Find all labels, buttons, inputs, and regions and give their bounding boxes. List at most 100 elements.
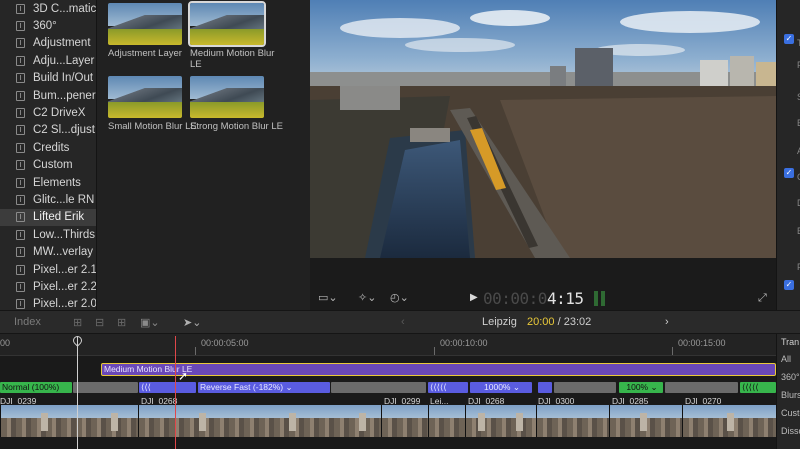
- effect-category-icon: I: [16, 264, 25, 275]
- sidebar-item[interactable]: I Adjustment: [0, 35, 96, 52]
- sidebar-item[interactable]: I Glitc...le RN: [0, 191, 96, 208]
- inspector-checkbox[interactable]: ✓: [784, 34, 794, 44]
- effect-category-icon: I: [16, 212, 25, 223]
- inspector-checkbox[interactable]: ✓: [784, 280, 794, 290]
- sidebar-item[interactable]: I Pixel...er 2.0: [0, 296, 96, 310]
- transition-category[interactable]: Blurs: [781, 390, 800, 400]
- overwrite-clip-icon[interactable]: ▣⌄: [140, 316, 160, 329]
- retime-bar-segment[interactable]: ⟨⟨⟨⟨⟨: [428, 382, 468, 393]
- retime-bar-segment[interactable]: [73, 382, 138, 393]
- retime-bar[interactable]: 100% ⌄: [619, 382, 663, 393]
- effect-thumb-adjustment-layer[interactable]: [108, 3, 182, 45]
- sidebar-item-label: Adju...Layer: [33, 54, 95, 67]
- sidebar-item[interactable]: I 360°: [0, 17, 96, 34]
- sidebar-item[interactable]: I Low...Thirds: [0, 226, 96, 243]
- timeline-ruler[interactable]: 00 00:00:05:00 00:00:10:00 00:00:15:00: [0, 334, 776, 356]
- retime-bar-segment[interactable]: [665, 382, 738, 393]
- transform-tools-icon[interactable]: ✧⌄: [358, 291, 376, 304]
- video-clip[interactable]: [0, 405, 138, 437]
- ruler-label: 00: [0, 338, 11, 348]
- retime-bar-segment[interactable]: [538, 382, 552, 393]
- effect-category-icon: I: [16, 73, 25, 84]
- video-clip[interactable]: [682, 405, 776, 437]
- history-back-icon[interactable]: ‹: [401, 316, 405, 328]
- retime-bar[interactable]: Reverse Fast (-182%) ⌄: [198, 382, 330, 393]
- video-clip[interactable]: [609, 405, 682, 437]
- view-options-icon[interactable]: ▭⌄: [318, 291, 338, 304]
- sidebar-item[interactable]: I Pixel...er 2.2: [0, 278, 96, 295]
- sidebar-item[interactable]: I C2 DriveX: [0, 104, 96, 121]
- effects-category-sidebar: I 3D C...matic I 360° I Adjustment I Adju...Lay…: [0, 0, 97, 310]
- effect-label: Small Motion Blur LE: [108, 121, 197, 132]
- mouse-cursor-icon: ➚: [178, 369, 189, 383]
- video-clip[interactable]: [428, 405, 465, 437]
- retime-bar[interactable]: 1000% ⌄: [470, 382, 532, 393]
- title-clip[interactable]: Medium Motion Blur LE: [101, 363, 776, 376]
- retime-bar-segment[interactable]: ⟨⟨⟨: [139, 382, 196, 393]
- effect-category-icon: I: [16, 160, 25, 171]
- effect-category-icon: I: [16, 3, 25, 14]
- sidebar-item[interactable]: I 3D C...matic: [0, 0, 96, 17]
- sidebar-item-label: Low...Thirds: [33, 228, 95, 241]
- viewer-timecode[interactable]: 00:00:04:15: [483, 289, 584, 308]
- effect-category-icon: I: [16, 125, 25, 136]
- effect-thumb-strong-motion-blur[interactable]: [190, 76, 264, 118]
- video-frame[interactable]: [310, 0, 776, 258]
- play-icon[interactable]: ▶: [470, 292, 478, 303]
- effect-category-icon: I: [16, 247, 25, 258]
- index-button[interactable]: Index: [14, 316, 41, 328]
- effect-thumb-medium-motion-blur[interactable]: [188, 1, 266, 47]
- sidebar-item-label: MW...verlay: [33, 246, 94, 259]
- effect-label: Strong Motion Blur LE: [190, 121, 283, 132]
- sidebar-item[interactable]: I C2 Sl...djust: [0, 122, 96, 139]
- video-clip[interactable]: [536, 405, 609, 437]
- ruler-tick: [672, 347, 673, 355]
- effect-category-icon: I: [16, 299, 25, 310]
- connect-clip-icon[interactable]: ⊞: [73, 316, 82, 329]
- video-clip[interactable]: [465, 405, 536, 437]
- sidebar-item-label: Build In/Out: [33, 72, 94, 85]
- transition-category[interactable]: Disso: [781, 426, 800, 436]
- append-clip-icon[interactable]: ⊞: [117, 316, 126, 329]
- timeline-toolbar: Index ⊞ ⊟ ⊞ ▣⌄ ➤⌄ ‹ Leipzig 20:00 / 23:0…: [0, 310, 800, 334]
- sidebar-item-label: 360°: [33, 20, 57, 33]
- sidebar-item[interactable]: I Elements: [0, 174, 96, 191]
- retime-bar-segment[interactable]: [331, 382, 426, 393]
- retime-bar-segment[interactable]: [554, 382, 616, 393]
- sidebar-item[interactable]: I Adju...Layer: [0, 52, 96, 69]
- transition-category[interactable]: All: [781, 354, 791, 364]
- video-clip[interactable]: [381, 405, 428, 437]
- transition-category[interactable]: Custo: [781, 408, 800, 418]
- effect-label: Medium Motion Blur LE: [190, 48, 275, 70]
- sidebar-item-label: C2 DriveX: [33, 107, 86, 120]
- retime-bar-segment[interactable]: ⟨⟨⟨⟨⟨: [740, 382, 776, 393]
- inspector-checkbox[interactable]: ✓: [784, 168, 794, 178]
- transitions-header: Tran: [781, 337, 800, 347]
- sidebar-item[interactable]: I Credits: [0, 139, 96, 156]
- sidebar-item-label: Elements: [33, 176, 81, 189]
- history-forward-icon[interactable]: ›: [665, 316, 669, 328]
- ruler-label: 00:00:15:00: [678, 338, 726, 348]
- insert-clip-icon[interactable]: ⊟: [95, 316, 104, 329]
- retime-bar[interactable]: Normal (100%): [0, 382, 72, 393]
- sidebar-item[interactable]: I Custom: [0, 157, 96, 174]
- transition-category[interactable]: 360°: [781, 372, 800, 382]
- timecode-dim: 00:00:0: [483, 289, 547, 308]
- select-tool-icon[interactable]: ➤⌄: [183, 316, 201, 329]
- effect-category-icon: I: [16, 281, 25, 292]
- effect-thumb-small-motion-blur[interactable]: [108, 76, 182, 118]
- fullscreen-icon[interactable]: ⤢: [758, 291, 767, 305]
- sidebar-item[interactable]: I Pixel...er 2.1: [0, 261, 96, 278]
- ruler-label: 00:00:05:00: [201, 338, 249, 348]
- effect-category-icon: I: [16, 229, 25, 240]
- aerial-city-image: [310, 0, 776, 258]
- sidebar-item[interactable]: I Lifted Erik: [0, 208, 96, 227]
- project-duration: 23:02: [563, 316, 592, 328]
- transitions-browser: Tran All 360° Blurs Custo Disso: [776, 334, 800, 449]
- playhead[interactable]: [77, 336, 78, 449]
- effect-category-icon: I: [16, 142, 25, 153]
- sidebar-item[interactable]: I MW...verlay: [0, 243, 96, 260]
- sidebar-item[interactable]: I Build In/Out: [0, 70, 96, 87]
- speed-icon[interactable]: ◴⌄: [390, 291, 409, 304]
- sidebar-item[interactable]: I Bum...pener: [0, 87, 96, 104]
